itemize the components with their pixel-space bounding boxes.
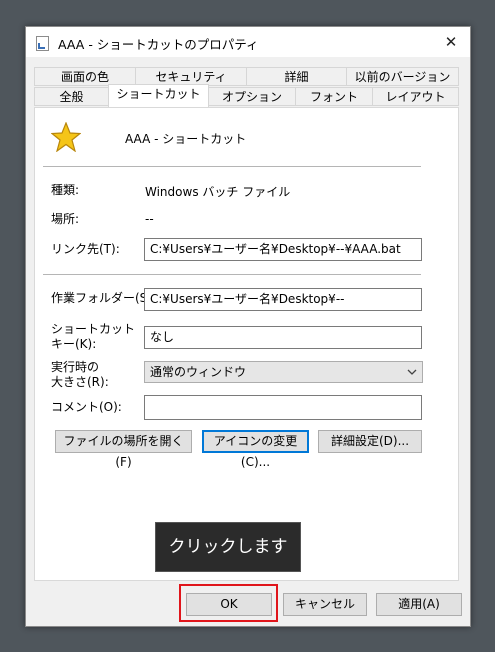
type-value: Windows バッチ ファイル bbox=[145, 185, 291, 199]
tab-font[interactable]: フォント bbox=[295, 87, 373, 106]
shortcut-name: AAA - ショートカット bbox=[125, 132, 247, 146]
hotkey-label-line1: ショートカット bbox=[51, 322, 136, 336]
change-icon-button[interactable]: アイコンの変更(C)... bbox=[202, 430, 309, 469]
comment-label: コメント(O): bbox=[51, 400, 122, 414]
tab-details[interactable]: 詳細 bbox=[246, 67, 347, 86]
cancel-button[interactable]: キャンセル bbox=[283, 593, 367, 616]
window-title: AAA - ショートカットのプロパティ bbox=[58, 37, 259, 52]
target-field[interactable]: C:¥Users¥ユーザー名¥Desktop¥--¥AAA.bat bbox=[144, 238, 422, 261]
tab-shortcut[interactable]: ショートカット bbox=[108, 84, 209, 107]
target-label: リンク先(T): bbox=[51, 242, 120, 256]
separator bbox=[43, 274, 421, 275]
hotkey-field[interactable]: なし bbox=[144, 326, 422, 349]
type-label: 種類: bbox=[51, 183, 80, 197]
apply-button[interactable]: 適用(A) bbox=[376, 593, 462, 616]
star-icon bbox=[51, 122, 81, 152]
properties-dialog: AAA - ショートカットのプロパティ ✕ 画面の色 セキュリティ 詳細 以前の… bbox=[25, 26, 471, 627]
tab-general[interactable]: 全般 bbox=[34, 87, 109, 106]
separator bbox=[43, 166, 421, 167]
tab-previous-versions[interactable]: 以前のバージョン bbox=[346, 67, 459, 86]
comment-field[interactable] bbox=[144, 395, 422, 420]
location-value: -- bbox=[145, 212, 154, 226]
location-label: 場所: bbox=[51, 212, 80, 226]
ok-button[interactable]: OK bbox=[186, 593, 272, 616]
shortcut-file-icon bbox=[36, 36, 49, 51]
shortcut-panel: AAA - ショートカット 種類: Windows バッチ ファイル 場所: -… bbox=[34, 107, 459, 581]
click-tooltip: クリックします bbox=[155, 522, 301, 572]
run-label-line2: 大きさ(R): bbox=[51, 375, 109, 389]
start-in-label: 作業フォルダー(S): bbox=[51, 291, 157, 305]
tab-layout[interactable]: レイアウト bbox=[372, 87, 459, 106]
hotkey-label-line2: キー(K): bbox=[51, 337, 97, 351]
chevron-down-icon bbox=[407, 369, 417, 375]
open-file-location-button[interactable]: ファイルの場所を開く(F) bbox=[55, 430, 192, 469]
run-size-select[interactable]: 通常のウィンドウ bbox=[144, 361, 423, 383]
start-in-field[interactable]: C:¥Users¥ユーザー名¥Desktop¥-- bbox=[144, 288, 422, 311]
advanced-button[interactable]: 詳細設定(D)... bbox=[318, 430, 422, 453]
tab-options[interactable]: オプション bbox=[208, 87, 296, 106]
run-label-line1: 実行時の bbox=[51, 360, 100, 374]
title-bar: AAA - ショートカットのプロパティ ✕ bbox=[26, 27, 470, 57]
close-icon[interactable]: ✕ bbox=[440, 31, 462, 53]
run-size-value: 通常のウィンドウ bbox=[150, 365, 247, 379]
